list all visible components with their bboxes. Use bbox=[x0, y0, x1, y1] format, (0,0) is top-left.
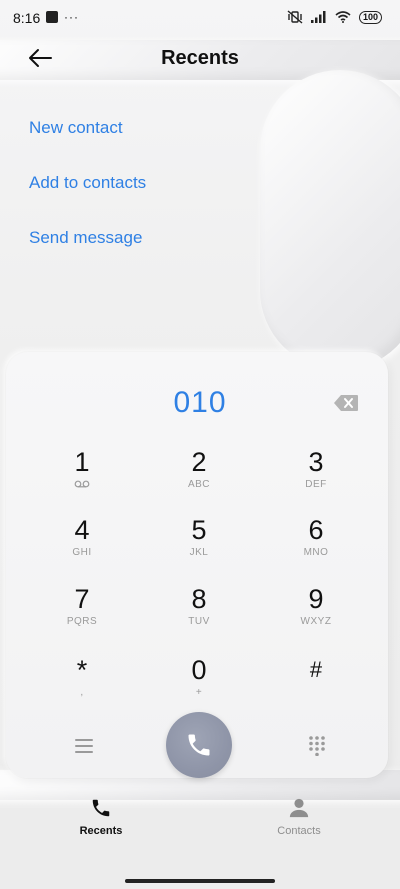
dialpad-toggle-button[interactable] bbox=[303, 732, 331, 760]
dial-key-3[interactable]: 3 DEF bbox=[261, 447, 371, 509]
menu-button[interactable] bbox=[70, 732, 98, 760]
key-digit: 3 bbox=[308, 447, 324, 477]
dialpad-icon bbox=[309, 736, 325, 756]
key-letters: ABC bbox=[187, 479, 211, 490]
battery-indicator: 100 bbox=[358, 10, 382, 24]
notification-icons: ··· bbox=[46, 11, 79, 23]
backspace-icon bbox=[334, 395, 358, 411]
status-time: 8:16 bbox=[13, 10, 41, 26]
dial-key-7[interactable]: 7 PQRS bbox=[27, 584, 137, 646]
voicemail-icon bbox=[74, 480, 90, 488]
call-button[interactable] bbox=[166, 712, 232, 778]
key-digit: 4 bbox=[74, 515, 90, 545]
tab-contacts[interactable]: Contacts bbox=[239, 793, 359, 849]
person-icon bbox=[289, 798, 309, 818]
signal-icon bbox=[310, 11, 326, 23]
key-letters: GHI bbox=[72, 547, 92, 558]
dial-key-hash[interactable]: # bbox=[261, 655, 371, 717]
key-digit: 9 bbox=[308, 584, 324, 614]
backspace-button[interactable] bbox=[333, 394, 359, 412]
key-digit: 5 bbox=[191, 515, 207, 545]
notification-more-icon: ··· bbox=[64, 10, 79, 24]
key-letters: + bbox=[195, 687, 203, 698]
wifi-icon bbox=[335, 11, 351, 23]
phone-icon bbox=[92, 799, 110, 817]
dialer-screen: 8:16 ··· 100 Recents New contact Add to … bbox=[0, 0, 400, 889]
key-digit: 8 bbox=[191, 584, 207, 614]
vibrate-off-icon bbox=[287, 10, 303, 24]
home-indicator[interactable] bbox=[125, 879, 275, 883]
dial-key-4[interactable]: 4 GHI bbox=[27, 515, 137, 577]
dial-key-star[interactable]: * , bbox=[27, 655, 137, 717]
background-wave bbox=[260, 70, 400, 370]
dial-key-6[interactable]: 6 MNO bbox=[261, 515, 371, 577]
tab-label: Contacts bbox=[277, 825, 321, 837]
key-letters: WXYZ bbox=[300, 616, 332, 627]
key-letters: DEF bbox=[305, 479, 327, 490]
key-digit: 6 bbox=[308, 515, 324, 545]
key-digit: # bbox=[309, 657, 323, 682]
key-digit: * bbox=[76, 655, 88, 685]
system-icons: 100 bbox=[287, 10, 382, 24]
new-contact-link[interactable]: New contact bbox=[29, 118, 123, 138]
key-digit: 7 bbox=[74, 584, 90, 614]
key-letters: PQRS bbox=[66, 616, 98, 627]
send-message-link[interactable]: Send message bbox=[29, 228, 142, 248]
phone-icon bbox=[188, 734, 210, 756]
notification-square-icon bbox=[46, 11, 58, 23]
header: Recents bbox=[0, 36, 400, 82]
key-digit: 1 bbox=[74, 447, 90, 477]
add-to-contacts-link[interactable]: Add to contacts bbox=[29, 173, 146, 193]
dial-key-9[interactable]: 9 WXYZ bbox=[261, 584, 371, 646]
menu-icon bbox=[75, 739, 93, 753]
bottom-navigation: Recents Contacts bbox=[0, 793, 400, 853]
tab-label: Recents bbox=[79, 825, 123, 837]
dial-key-8[interactable]: 8 TUV bbox=[144, 584, 254, 646]
key-letters: TUV bbox=[188, 616, 210, 627]
page-title: Recents bbox=[161, 47, 239, 69]
dial-key-0[interactable]: 0 + bbox=[144, 655, 254, 717]
tab-recents[interactable]: Recents bbox=[41, 793, 161, 849]
dial-key-5[interactable]: 5 JKL bbox=[144, 515, 254, 577]
dial-key-1[interactable]: 1 bbox=[27, 447, 137, 509]
key-digit: 2 bbox=[191, 447, 207, 477]
key-letters: MNO bbox=[303, 547, 329, 558]
key-letters: JKL bbox=[189, 547, 209, 558]
key-letters: , bbox=[80, 687, 84, 698]
dial-key-2[interactable]: 2 ABC bbox=[144, 447, 254, 509]
key-digit: 0 bbox=[191, 655, 207, 685]
status-bar: 8:16 ··· 100 bbox=[0, 0, 400, 36]
